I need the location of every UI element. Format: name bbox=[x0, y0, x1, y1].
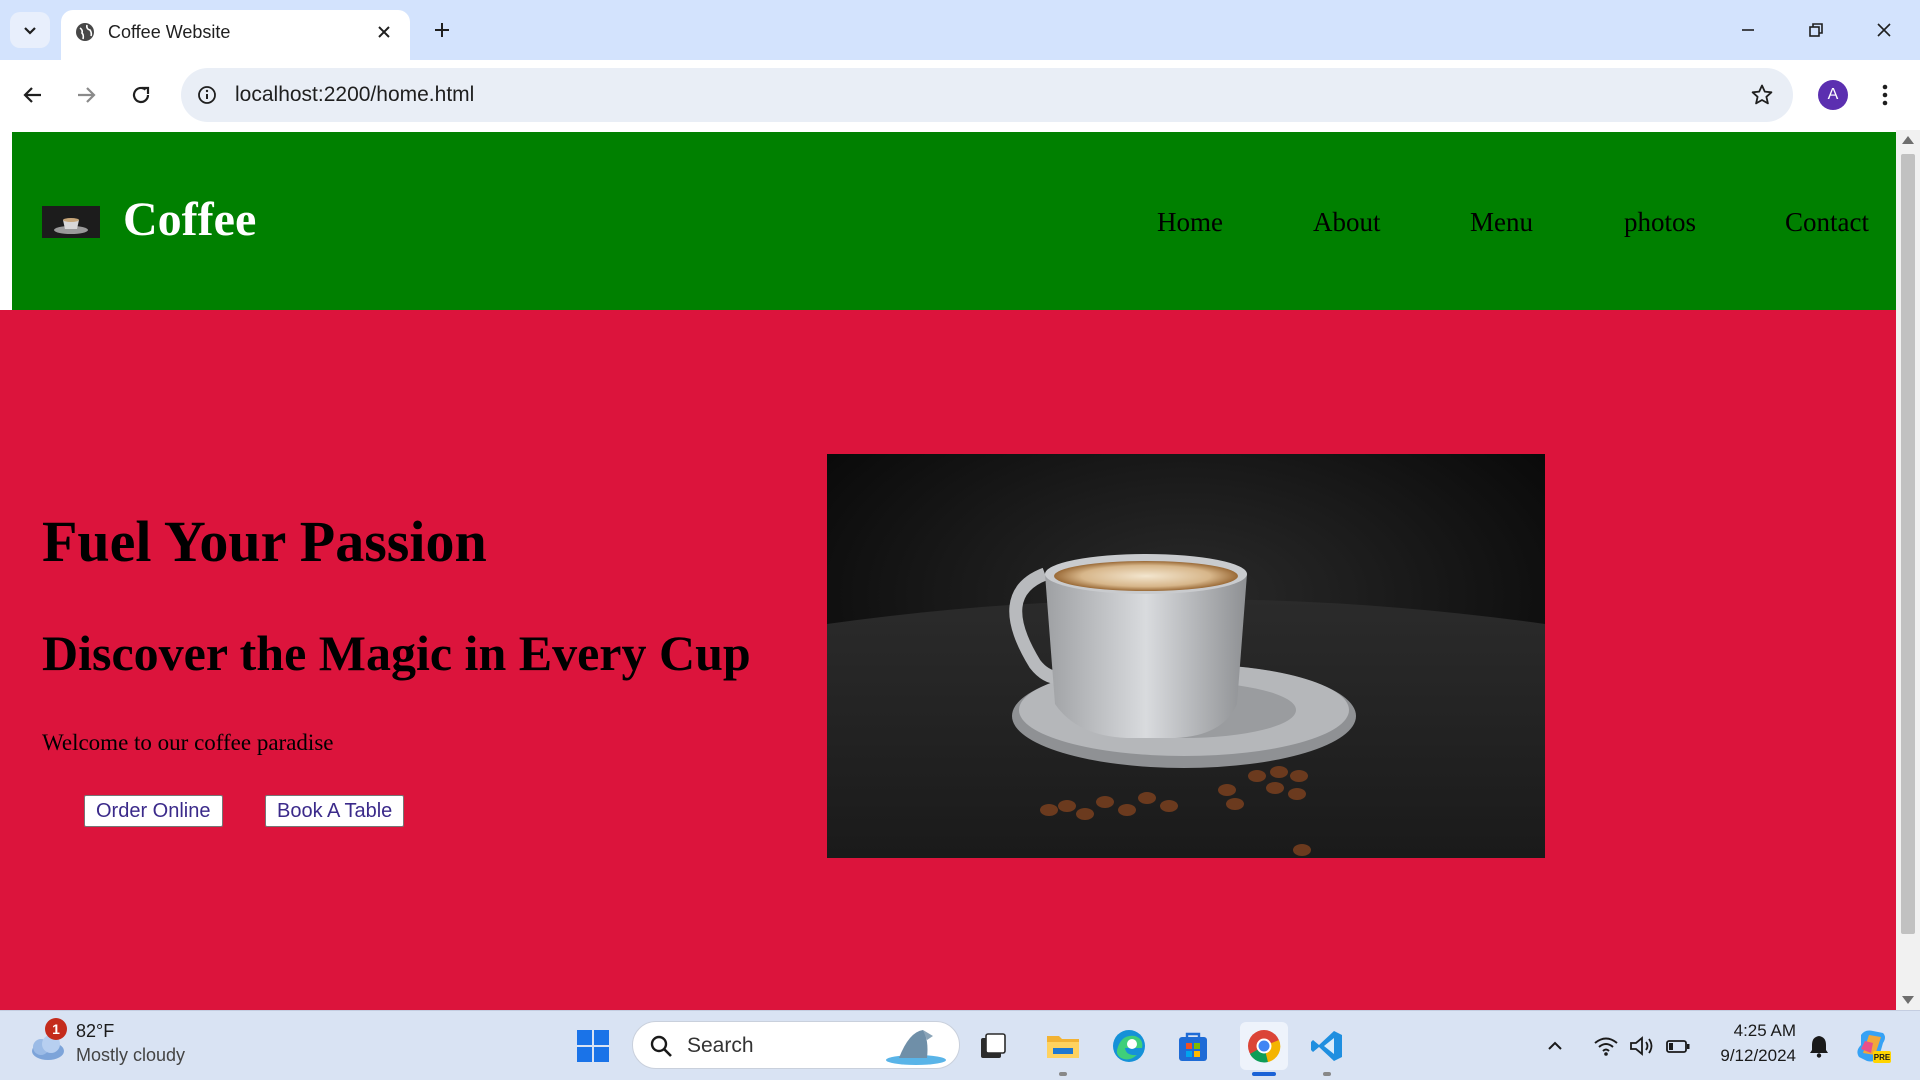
nav-link-photos[interactable]: photos bbox=[1624, 207, 1696, 238]
page-viewport: Coffee Home About Menu photos Contact Fu… bbox=[0, 130, 1920, 1010]
minimize-icon bbox=[1742, 29, 1754, 31]
windows-taskbar: 1 82°F Mostly cloudy Search 4:25 AM 9/12… bbox=[0, 1010, 1920, 1080]
store-button[interactable] bbox=[1172, 1025, 1214, 1067]
site-header: Coffee Home About Menu photos Contact bbox=[12, 132, 1896, 310]
page-scrollbar[interactable] bbox=[1896, 130, 1920, 1010]
chrome-icon bbox=[1248, 1030, 1281, 1063]
book-table-button[interactable]: Book A Table bbox=[265, 795, 405, 827]
search-label: Search bbox=[687, 1034, 754, 1057]
restore-button[interactable] bbox=[1794, 10, 1838, 50]
store-icon bbox=[1179, 1032, 1207, 1061]
edge-button[interactable] bbox=[1108, 1025, 1150, 1067]
vscode-button[interactable] bbox=[1306, 1025, 1348, 1067]
taskbar-search[interactable]: Search bbox=[632, 1021, 960, 1069]
browser-menu-button[interactable] bbox=[1870, 75, 1900, 115]
star-icon bbox=[1751, 84, 1773, 105]
arrow-right-icon bbox=[78, 87, 96, 103]
order-online-button[interactable]: Order Online bbox=[84, 795, 223, 827]
start-button[interactable] bbox=[572, 1025, 614, 1067]
plus-icon bbox=[435, 23, 449, 37]
search-icon bbox=[650, 1035, 672, 1057]
task-view-button[interactable] bbox=[972, 1025, 1014, 1067]
volume-icon bbox=[1630, 1036, 1653, 1056]
reload-button[interactable] bbox=[121, 75, 161, 115]
wifi-icon bbox=[1594, 1037, 1618, 1056]
minimize-button[interactable] bbox=[1726, 10, 1770, 50]
globe-icon bbox=[76, 23, 94, 41]
close-icon bbox=[1877, 23, 1891, 37]
browser-tabstrip: Coffee Website bbox=[0, 0, 1920, 60]
weather-description: Mostly cloudy bbox=[76, 1045, 186, 1065]
scroll-up-arrow[interactable] bbox=[1902, 136, 1914, 144]
windows-logo-icon bbox=[577, 1030, 609, 1062]
edge-browser-icon bbox=[1113, 1030, 1145, 1062]
hero-title: Fuel Your Passion bbox=[42, 509, 487, 574]
copilot-button[interactable]: PRE bbox=[1851, 1025, 1893, 1067]
nav-link-home[interactable]: Home bbox=[1157, 207, 1223, 238]
hero-subtitle: Discover the Magic in Every Cup bbox=[42, 625, 751, 681]
restore-icon bbox=[1809, 23, 1823, 37]
back-button[interactable] bbox=[13, 75, 53, 115]
file-explorer-button[interactable] bbox=[1042, 1025, 1084, 1067]
hero-text: Welcome to our coffee paradise bbox=[42, 730, 334, 755]
coffee-cup-image bbox=[827, 454, 1545, 858]
folder-icon bbox=[1047, 1036, 1079, 1058]
quick-settings-button[interactable] bbox=[1582, 1025, 1702, 1067]
tab-close-button[interactable] bbox=[370, 18, 398, 46]
new-tab-button[interactable] bbox=[424, 12, 460, 48]
bell-icon bbox=[1810, 1036, 1828, 1058]
tray-overflow-button[interactable] bbox=[1534, 1025, 1576, 1067]
reload-icon bbox=[132, 86, 150, 104]
profile-avatar[interactable]: A bbox=[1818, 80, 1848, 110]
nav-link-contact[interactable]: Contact bbox=[1785, 207, 1869, 238]
notifications-button[interactable] bbox=[1798, 1025, 1840, 1067]
battery-icon bbox=[1666, 1040, 1690, 1053]
close-icon bbox=[378, 26, 390, 38]
search-highlight-icon bbox=[886, 1030, 946, 1065]
more-vertical-icon bbox=[1882, 84, 1888, 106]
task-view-icon bbox=[981, 1033, 1006, 1058]
running-indicator bbox=[1059, 1072, 1067, 1076]
nav-link-menu[interactable]: Menu bbox=[1470, 207, 1533, 238]
address-bar[interactable]: localhost:2200/home.html bbox=[181, 68, 1793, 122]
running-indicator bbox=[1323, 1072, 1331, 1076]
tab-search-button[interactable] bbox=[10, 12, 50, 48]
clock-date: 9/12/2024 bbox=[1720, 1046, 1796, 1065]
copilot-icon: PRE bbox=[1857, 1030, 1891, 1063]
forward-button[interactable] bbox=[66, 75, 106, 115]
site-nav: Home About Menu photos Contact bbox=[12, 207, 1896, 243]
bookmark-button[interactable] bbox=[1747, 80, 1777, 110]
active-indicator bbox=[1252, 1072, 1276, 1076]
browser-toolbar: localhost:2200/home.html A bbox=[0, 60, 1920, 130]
info-icon bbox=[198, 86, 216, 104]
vscode-icon bbox=[1311, 1031, 1342, 1061]
arrow-left-icon bbox=[23, 87, 41, 103]
url-text[interactable]: localhost:2200/home.html bbox=[235, 83, 474, 107]
chevron-down-icon bbox=[24, 27, 36, 35]
notification-badge: 1 bbox=[45, 1018, 67, 1040]
scroll-thumb[interactable] bbox=[1901, 154, 1915, 934]
browser-tab-active[interactable]: Coffee Website bbox=[61, 10, 410, 60]
weather-temperature: 82°F bbox=[76, 1021, 115, 1041]
close-window-button[interactable] bbox=[1862, 10, 1906, 50]
clock-time: 4:25 AM bbox=[1733, 1021, 1796, 1040]
chrome-button[interactable] bbox=[1240, 1022, 1288, 1070]
hero-section: Fuel Your Passion Discover the Magic in … bbox=[0, 310, 1896, 1010]
chevron-up-icon bbox=[1548, 1041, 1562, 1050]
site-info-button[interactable] bbox=[193, 81, 221, 109]
tab-title: Coffee Website bbox=[108, 22, 231, 42]
nav-link-about[interactable]: About bbox=[1313, 207, 1381, 238]
svg-text:PRE: PRE bbox=[1874, 1053, 1891, 1062]
scroll-down-arrow[interactable] bbox=[1902, 996, 1914, 1004]
